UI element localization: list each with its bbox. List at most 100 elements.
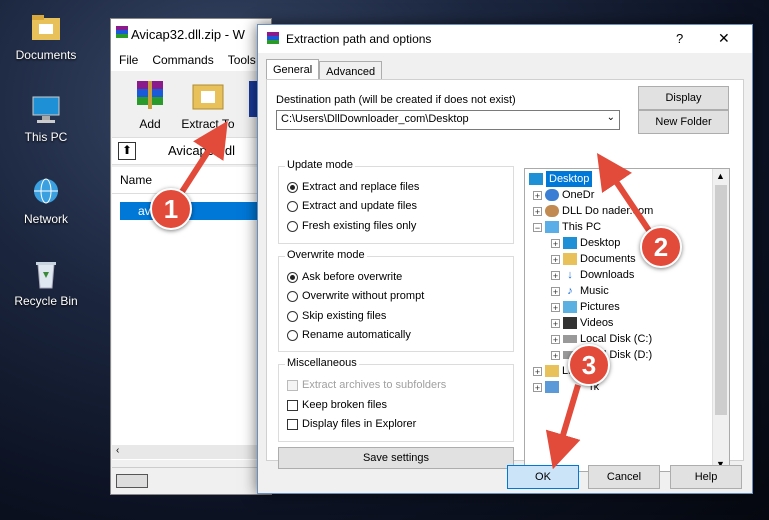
file-list: av 32.dll: [112, 194, 276, 460]
menu-bar: File Commands Tools: [111, 49, 271, 71]
destination-combo[interactable]: C:\Users\DllDownloader_com\Desktop ⌄: [276, 110, 620, 130]
path-bar: ⬆ Avicap32.dl: [112, 137, 258, 165]
destination-input[interactable]: C:\Users\DllDownloader_com\Desktop: [281, 113, 469, 125]
close-icon[interactable]: ✕: [718, 30, 730, 47]
group-title: Update mode: [285, 159, 356, 171]
tree-item-pictures[interactable]: + Pictures: [551, 299, 620, 315]
radio-indicator[interactable]: [287, 329, 298, 341]
annotation-badge-1: 1: [150, 188, 192, 230]
checkbox-indicator[interactable]: [287, 418, 298, 430]
general-panel: Destination path (will be created if doe…: [266, 79, 744, 472]
annotation-badge-3: 3: [568, 344, 610, 386]
radio-indicator[interactable]: [287, 181, 298, 193]
desktop-icon-label: Documents: [15, 48, 77, 62]
horizontal-scrollbar[interactable]: ‹: [112, 445, 258, 459]
overwrite-mode-group: Overwrite mode Ask before overwrite Over…: [278, 249, 514, 352]
checkbox-indicator: [287, 379, 298, 391]
desktop-icon-recycle-bin[interactable]: Recycle Bin: [8, 258, 84, 308]
scroll-thumb[interactable]: [715, 185, 727, 415]
update-mode-group: Update mode Extract and replace files Ex…: [278, 159, 514, 244]
tree-item-downloads[interactable]: + ↓ Downloads: [551, 267, 634, 283]
status-bar: [112, 467, 258, 492]
tree-item-desktop-root[interactable]: Desktop: [529, 171, 593, 187]
file-row-avicap32[interactable]: av 32.dll: [120, 202, 276, 220]
tree-item-onedrive[interactable]: + OneDr: [533, 187, 594, 203]
recycle-bin-icon: [29, 258, 63, 290]
scroll-up-icon[interactable]: ▲: [716, 171, 725, 181]
user-icon: [545, 205, 559, 217]
radio-extract-replace[interactable]: Extract and replace files: [287, 181, 419, 193]
group-title: Miscellaneous: [285, 357, 359, 369]
cancel-button[interactable]: Cancel: [588, 465, 660, 489]
up-folder-icon[interactable]: ⬆: [118, 142, 136, 160]
destination-label: Destination path (will be created if doe…: [276, 94, 516, 106]
tree-scrollbar[interactable]: ▲ ▼: [712, 169, 729, 471]
drive-status-icon: [116, 474, 148, 488]
folder-tree[interactable]: Desktop + OneDr + DLL Do nader.com − This P…: [524, 168, 730, 472]
extract-folder-icon: [189, 77, 227, 115]
radio-indicator[interactable]: [287, 200, 298, 212]
winrar-app-icon: [115, 25, 129, 44]
radio-overwrite-without-prompt[interactable]: Overwrite without prompt: [287, 290, 424, 302]
tree-item-pc-desktop[interactable]: + Desktop: [551, 235, 620, 251]
folder-icon: [29, 12, 63, 44]
ok-button[interactable]: OK: [507, 465, 579, 489]
radio-rename-auto[interactable]: Rename automatically: [287, 329, 411, 341]
documents-folder-icon: [563, 253, 577, 265]
desktop-icon-documents[interactable]: Documents: [8, 12, 84, 62]
radio-indicator[interactable]: [287, 271, 298, 283]
extraction-dialog: Extraction path and options ? ✕ General …: [257, 24, 753, 494]
save-settings-button[interactable]: Save settings: [278, 447, 514, 469]
tree-item-user[interactable]: + DLL Do nader.com: [533, 203, 653, 219]
tree-item-documents[interactable]: + Documents: [551, 251, 636, 267]
desktop-icon-label: This PC: [24, 130, 68, 144]
menu-file[interactable]: File: [119, 53, 138, 67]
misc-group: Miscellaneous Extract archives to subfol…: [278, 357, 514, 442]
radio-extract-update[interactable]: Extract and update files: [287, 200, 417, 212]
tree-item-videos[interactable]: + Videos: [551, 315, 613, 331]
scroll-left-icon[interactable]: ‹: [116, 445, 119, 456]
radio-skip-existing[interactable]: Skip existing files: [287, 310, 386, 322]
chevron-down-icon[interactable]: ⌄: [607, 112, 615, 123]
dialog-app-icon: [266, 31, 280, 48]
desktop-folder-icon: [563, 237, 577, 249]
radio-indicator[interactable]: [287, 310, 298, 322]
radio-fresh-existing[interactable]: Fresh existing files only: [287, 220, 416, 232]
checkbox-extract-subfolders: Extract archives to subfolders: [287, 379, 446, 391]
checkbox-keep-broken[interactable]: Keep broken files: [287, 399, 387, 411]
film-icon: [563, 317, 577, 329]
tree-item-disk-c[interactable]: + Local Disk (C:): [551, 331, 652, 347]
extract-to-button[interactable]: Extract To: [179, 77, 237, 131]
computer-icon: [545, 221, 559, 233]
add-button[interactable]: Add: [121, 77, 179, 131]
winrar-window: Avicap32.dll.zip - W File Commands Tools…: [110, 18, 276, 495]
desktop-icon-network[interactable]: Network: [8, 176, 84, 226]
radio-ask-before[interactable]: Ask before overwrite: [287, 271, 402, 283]
radio-indicator[interactable]: [287, 290, 298, 302]
download-arrow-icon: ↓: [567, 269, 573, 281]
drive-icon: [563, 335, 577, 343]
help-icon[interactable]: ?: [676, 31, 683, 46]
add-button-label: Add: [139, 117, 161, 131]
menu-commands[interactable]: Commands: [152, 53, 213, 67]
tree-item-this-pc[interactable]: − This PC: [533, 219, 601, 235]
computer-icon: [29, 94, 63, 126]
add-archive-icon: [131, 77, 169, 115]
new-folder-button[interactable]: New Folder: [638, 110, 729, 134]
checkbox-display-explorer[interactable]: Display files in Explorer: [287, 418, 416, 430]
checkbox-indicator[interactable]: [287, 399, 298, 411]
dialog-titlebar: Extraction path and options ? ✕: [258, 25, 752, 53]
menu-tools[interactable]: Tools: [228, 53, 256, 67]
dialog-title: Extraction path and options: [286, 32, 432, 46]
desktop-icon-this-pc[interactable]: This PC: [8, 94, 84, 144]
network-icon: [545, 381, 559, 393]
display-button[interactable]: Display: [638, 86, 729, 110]
path-text: Avicap32.dl: [168, 143, 235, 158]
tree-item-music[interactable]: + ♪ Music: [551, 283, 609, 299]
desktop-icon-label: Network: [23, 212, 68, 226]
radio-indicator[interactable]: [287, 220, 298, 232]
annotation-badge-2: 2: [640, 226, 682, 268]
column-header-name[interactable]: Name: [112, 167, 266, 194]
extract-to-label: Extract To: [181, 117, 235, 131]
help-button[interactable]: Help: [670, 465, 742, 489]
